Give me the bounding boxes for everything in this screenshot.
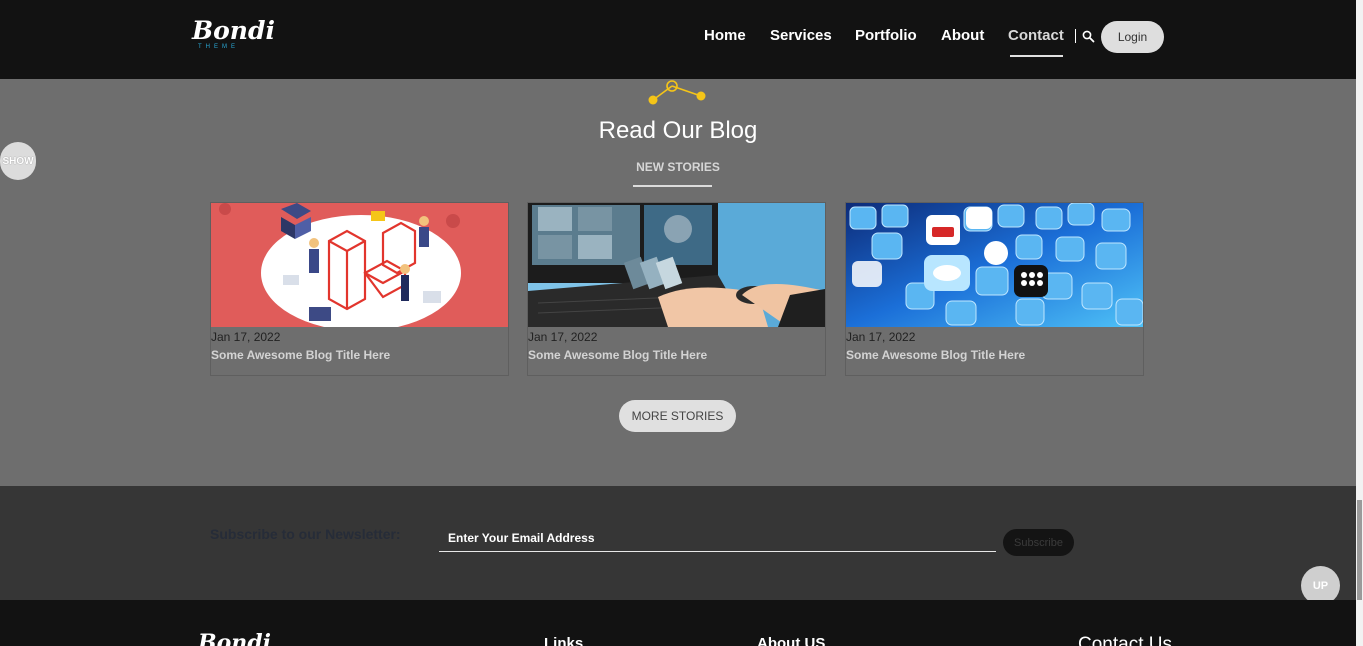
- search-icon[interactable]: [1082, 30, 1095, 43]
- blog-card[interactable]: Jan 17, 2022 Some Awesome Blog Title Her…: [845, 202, 1144, 376]
- blog-card-date: Jan 17, 2022: [846, 330, 916, 344]
- active-nav-underline: [1010, 55, 1063, 57]
- blog-card-title[interactable]: Some Awesome Blog Title Here: [528, 348, 707, 362]
- more-stories-button[interactable]: MORE STORIES: [619, 400, 736, 432]
- footer: Bondi Links About US Contact Us: [0, 600, 1356, 646]
- subscribe-button[interactable]: Subscribe: [1003, 529, 1074, 556]
- nav-item-about[interactable]: About: [941, 27, 984, 44]
- nav-item-home[interactable]: Home: [704, 27, 746, 44]
- blog-card-image: [211, 203, 508, 327]
- page-scrollbar-thumb[interactable]: [1357, 500, 1362, 600]
- blog-card-date: Jan 17, 2022: [528, 330, 598, 344]
- blog-card-title[interactable]: Some Awesome Blog Title Here: [211, 348, 390, 362]
- blog-card-title[interactable]: Some Awesome Blog Title Here: [846, 348, 1025, 362]
- footer-contact-heading: Contact Us: [1078, 634, 1172, 646]
- blog-subtitle-underline: [633, 185, 712, 187]
- laravel-illustration-image: [211, 203, 508, 327]
- blog-card-date: Jan 17, 2022: [211, 330, 281, 344]
- nav-item-contact[interactable]: Contact: [1008, 27, 1064, 44]
- social-media-icons-image: [846, 203, 1143, 327]
- nav-separator: [1075, 29, 1076, 43]
- nav-item-services[interactable]: Services: [770, 27, 832, 44]
- logo-script-text: Bondi: [192, 16, 275, 45]
- blog-connector-icon: [648, 80, 706, 105]
- show-panel-button[interactable]: SHOW: [0, 142, 36, 180]
- brand-logo[interactable]: Bondi THEME: [192, 16, 275, 58]
- blog-card[interactable]: Jan 17, 2022 Some Awesome Blog Title Her…: [210, 202, 509, 376]
- newsletter-email-input[interactable]: [439, 524, 996, 552]
- nav-item-portfolio[interactable]: Portfolio: [855, 27, 917, 44]
- newsletter-section: Subscribe to our Newsletter: Subscribe: [0, 486, 1356, 600]
- blog-title: Read Our Blog: [598, 117, 758, 144]
- footer-logo[interactable]: Bondi: [198, 630, 271, 646]
- blog-subtitle: NEW STORIES: [636, 160, 720, 174]
- top-navbar: Bondi THEME Home Services Portfolio Abou…: [0, 0, 1356, 79]
- blog-card[interactable]: Jan 17, 2022 Some Awesome Blog Title Her…: [527, 202, 826, 376]
- blog-card-image: [528, 203, 825, 327]
- designer-desk-image: [528, 203, 825, 327]
- login-button[interactable]: Login: [1101, 21, 1164, 53]
- blog-card-image: [846, 203, 1143, 327]
- newsletter-label: Subscribe to our Newsletter:: [210, 526, 401, 542]
- footer-about-heading: About US: [757, 635, 826, 646]
- footer-links-heading: Links: [544, 635, 584, 646]
